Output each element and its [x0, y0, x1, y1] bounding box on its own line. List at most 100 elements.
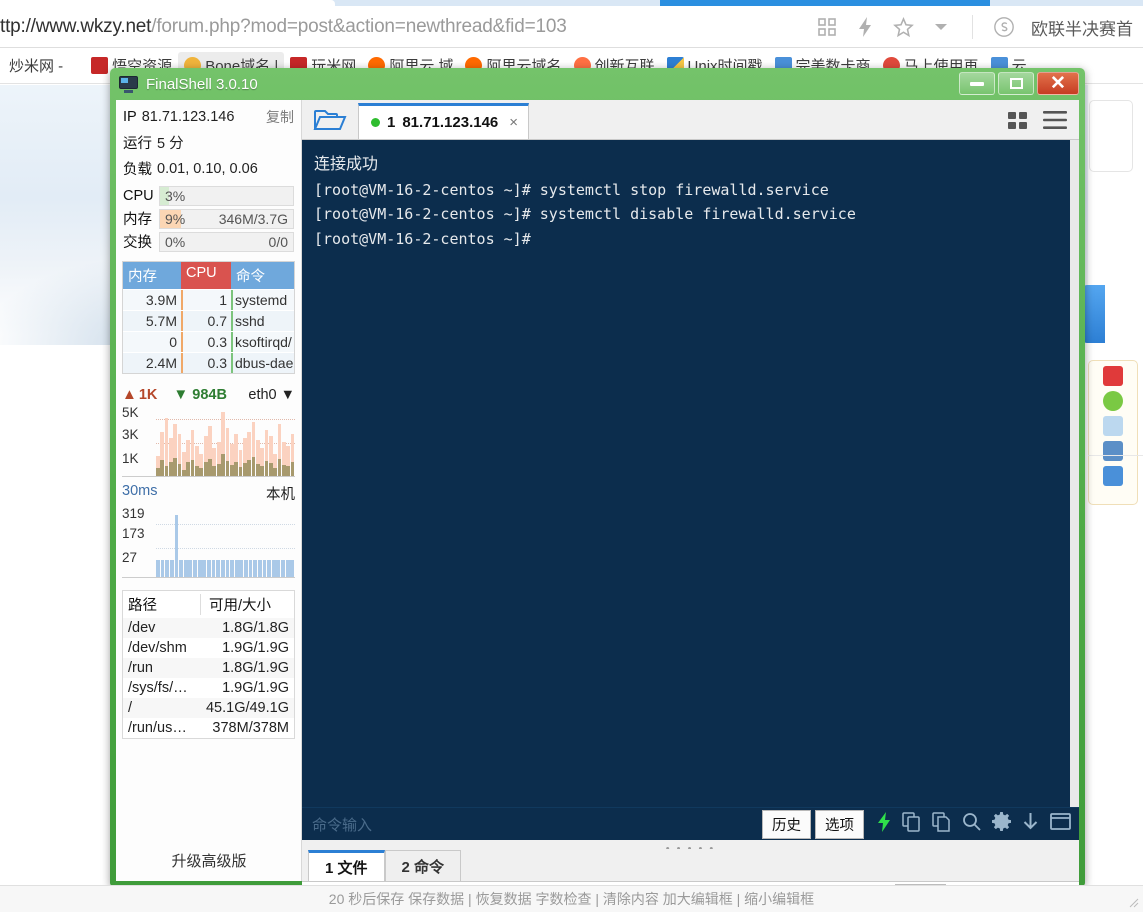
- memory-label: 内存: [123, 208, 159, 229]
- copy-icon[interactable]: [902, 812, 921, 837]
- tab-commands[interactable]: 2 命令: [385, 850, 462, 881]
- disk-size: 45.1G/49.1G: [206, 700, 289, 716]
- window-title-bar[interactable]: FinalShell 3.0.10 ✕: [110, 68, 1085, 100]
- gear-icon[interactable]: [992, 812, 1011, 836]
- col-header-size[interactable]: 可用/大小: [200, 594, 289, 615]
- android-icon[interactable]: [1103, 391, 1123, 411]
- table-row[interactable]: /sys/fs/… 1.9G/1.9G: [123, 678, 294, 698]
- gift-icon[interactable]: [1103, 366, 1123, 386]
- disk-size: 1.8G/1.8G: [206, 620, 289, 636]
- star-icon[interactable]: [892, 16, 914, 38]
- command-input[interactable]: 命令输入: [302, 814, 372, 835]
- graph-y-label: 319: [122, 506, 152, 521]
- terminal-line: [root@VM-16-2-centos ~]# systemctl disab…: [314, 202, 1079, 226]
- window-icon[interactable]: [1050, 813, 1071, 835]
- process-memory: 5.7M: [123, 311, 181, 331]
- close-icon[interactable]: ×: [509, 114, 518, 131]
- copy-ip-button[interactable]: 复制: [266, 107, 294, 127]
- swap-meter-value: 0%: [160, 234, 185, 250]
- ip-label: IP: [123, 109, 137, 125]
- table-row[interactable]: /dev/shm 1.9G/1.9G: [123, 638, 294, 658]
- process-command: systemd: [231, 290, 294, 310]
- bookmark-item[interactable]: 炒米网 -: [0, 52, 69, 79]
- table-row[interactable]: /run 1.8G/1.9G: [123, 658, 294, 678]
- address-bar[interactable]: ttp://www.wkzy.net/forum.php?mod=post&ac…: [0, 8, 860, 46]
- connection-status-dot: [371, 118, 380, 127]
- terminal-line: [root@VM-16-2-centos ~]#: [314, 227, 1079, 251]
- latency-target: 本机: [266, 483, 295, 504]
- session-tab[interactable]: 1 81.71.123.146 ×: [358, 103, 529, 139]
- uptime-value: 5 分: [157, 132, 184, 153]
- qr-code-icon[interactable]: [816, 16, 838, 38]
- table-row[interactable]: 0 0.3 ksoftirqd/: [123, 331, 294, 352]
- terminal-scrollbar[interactable]: [1070, 140, 1079, 840]
- resize-grip-icon[interactable]: [1129, 898, 1139, 908]
- browser-tabstrip[interactable]: [0, 0, 1143, 6]
- paste-icon[interactable]: [932, 812, 951, 837]
- disk-path: /run/us…: [128, 720, 206, 736]
- panel-splitter[interactable]: • • • • •: [302, 840, 1079, 849]
- command-bar-buttons: 历史 选项: [758, 810, 1079, 839]
- search-icon[interactable]: [962, 812, 981, 836]
- col-header-command[interactable]: 命令: [231, 262, 294, 289]
- network-interface-select[interactable]: eth0 ▼: [248, 387, 295, 403]
- process-table: 内存 CPU 命令 3.9M 1 systemd 5.7M 0.7 sshd: [122, 261, 295, 374]
- memory-meter: 9% 346M/3.7G: [159, 209, 294, 229]
- open-folder-icon[interactable]: [302, 101, 358, 139]
- process-command: dbus-dae: [231, 353, 294, 373]
- chevron-down-icon[interactable]: [930, 16, 952, 38]
- lightning-icon[interactable]: [877, 812, 891, 837]
- process-cpu: 0.3: [181, 353, 231, 373]
- cpu-label: CPU: [123, 188, 159, 204]
- qq-icon[interactable]: [1103, 416, 1123, 436]
- col-header-path[interactable]: 路径: [128, 594, 200, 615]
- graph-y-label: 3K: [122, 427, 152, 442]
- browser-tab-other[interactable]: [660, 0, 990, 6]
- table-row[interactable]: /dev 1.8G/1.8G: [123, 618, 294, 638]
- sidebar-blue-tab[interactable]: [1083, 285, 1105, 343]
- minimize-button[interactable]: [959, 72, 995, 95]
- table-row[interactable]: 3.9M 1 systemd: [123, 289, 294, 310]
- sidebar-icon-panel[interactable]: [1088, 360, 1138, 505]
- history-button[interactable]: 历史: [762, 810, 811, 839]
- table-row[interactable]: /run/us… 378M/378M: [123, 718, 294, 738]
- monitor-icon[interactable]: [1103, 441, 1123, 461]
- swap-label: 交换: [123, 231, 159, 252]
- process-command: sshd: [231, 311, 294, 331]
- grid-view-icon[interactable]: [1008, 111, 1030, 134]
- load-row: 负载 0.01, 0.10, 0.06: [116, 155, 301, 181]
- table-row[interactable]: 2.4M 0.3 dbus-dae: [123, 352, 294, 373]
- col-header-memory[interactable]: 内存: [123, 262, 181, 289]
- download-rate: 984B: [192, 387, 227, 403]
- close-button[interactable]: ✕: [1037, 72, 1079, 95]
- terminal-line: [root@VM-16-2-centos ~]# systemctl stop …: [314, 178, 1079, 202]
- profile-label[interactable]: 欧联半决赛首: [1031, 15, 1133, 40]
- lightning-icon[interactable]: [854, 16, 876, 38]
- bookmark-label: 炒米网 -: [9, 55, 63, 76]
- profile-avatar-icon[interactable]: [993, 16, 1015, 38]
- table-row[interactable]: 5.7M 0.7 sshd: [123, 310, 294, 331]
- terminal-text: 连接成功 [root@VM-16-2-centos ~]# systemctl …: [302, 140, 1079, 251]
- editor-status-text[interactable]: 20 秒后保存 保存数据 | 恢复数据 字数检查 | 清除内容 加大编辑框 | …: [329, 889, 814, 909]
- disk-size: 1.9G/1.9G: [206, 680, 289, 696]
- options-button[interactable]: 选项: [815, 810, 864, 839]
- process-table-header: 内存 CPU 命令: [123, 262, 294, 289]
- browser-tab-active[interactable]: [0, 0, 335, 6]
- table-row[interactable]: / 45.1G/49.1G: [123, 698, 294, 718]
- terminal-output-area[interactable]: 连接成功 [root@VM-16-2-centos ~]# systemctl …: [302, 140, 1079, 840]
- latency-header: 30ms 本机: [122, 477, 295, 506]
- menu-icon[interactable]: [1043, 111, 1067, 134]
- latency-graph: 319 173 27: [122, 506, 295, 578]
- disk-path: /dev: [128, 620, 206, 636]
- col-header-cpu[interactable]: CPU: [181, 262, 231, 289]
- sidebar-card[interactable]: [1089, 100, 1133, 172]
- command-input-bar: 命令输入 历史 选项: [302, 807, 1079, 840]
- tab-files[interactable]: 1 文件: [308, 850, 385, 881]
- upgrade-link[interactable]: 升级高级版: [116, 850, 302, 871]
- cpu-meter-row: CPU 3%: [116, 185, 301, 207]
- window-title: FinalShell 3.0.10: [146, 76, 258, 93]
- latency-scale: 30ms: [122, 483, 157, 504]
- download-icon[interactable]: [1022, 812, 1039, 837]
- maximize-button[interactable]: [998, 72, 1034, 95]
- card-icon[interactable]: [1103, 466, 1123, 486]
